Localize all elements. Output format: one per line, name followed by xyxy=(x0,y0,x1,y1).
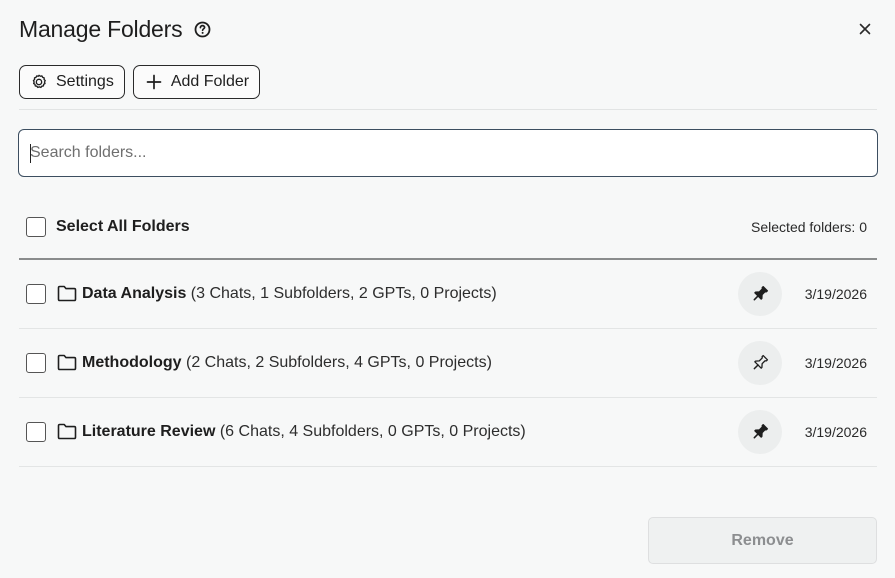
folder-details: (2 Chats, 2 Subfolders, 4 GPTs, 0 Projec… xyxy=(186,354,492,371)
search-box[interactable] xyxy=(18,129,878,177)
folder-row-text: Methodology (2 Chats, 2 Subfolders, 4 GP… xyxy=(82,354,492,372)
pin-outline-icon xyxy=(753,354,769,370)
remove-button[interactable]: Remove xyxy=(648,517,877,564)
folder-checkbox[interactable] xyxy=(26,284,46,304)
folder-details: (6 Chats, 4 Subfolders, 0 GPTs, 0 Projec… xyxy=(219,423,526,440)
folder-date: 3/19/2026 xyxy=(804,286,867,302)
folder-date: 3/19/2026 xyxy=(804,424,867,440)
folder-checkbox[interactable] xyxy=(26,353,46,373)
toolbar: Settings Add Folder xyxy=(19,65,261,99)
folder-name: Methodology xyxy=(82,354,182,371)
manage-folders-dialog: Manage Folders Settings Add Folder Searc… xyxy=(0,0,895,578)
folder-name: Data Analysis xyxy=(82,285,187,302)
close-button[interactable] xyxy=(855,19,875,39)
add-folder-button-label: Add Folder xyxy=(170,73,250,90)
header-divider xyxy=(19,109,877,110)
pin-button[interactable] xyxy=(738,341,782,385)
folder-icon xyxy=(57,285,77,303)
folder-row-text: Data Analysis (3 Chats, 1 Subfolders, 2 … xyxy=(82,285,497,303)
folder-details: (3 Chats, 1 Subfolders, 2 GPTs, 0 Projec… xyxy=(190,285,497,302)
folder-checkbox[interactable] xyxy=(26,422,46,442)
folder-icon xyxy=(57,354,77,372)
text-caret xyxy=(30,144,31,163)
gear-icon xyxy=(32,74,46,89)
folder-date: 3/19/2026 xyxy=(804,355,867,371)
dialog-header: Manage Folders xyxy=(19,16,211,43)
folder-row-text: Literature Review (6 Chats, 4 Subfolders… xyxy=(82,423,526,441)
search-input[interactable] xyxy=(30,144,877,162)
plus-icon xyxy=(146,74,162,90)
close-icon xyxy=(859,23,871,35)
select-all-label: Select All Folders xyxy=(56,218,190,235)
select-all-checkbox[interactable] xyxy=(26,217,46,237)
settings-button[interactable]: Settings xyxy=(19,65,125,99)
select-all-row: Select All Folders xyxy=(26,217,190,237)
folder-icon xyxy=(57,423,77,441)
folder-row[interactable]: Literature Review (6 Chats, 4 Subfolders… xyxy=(19,398,877,467)
pin-filled-icon xyxy=(753,423,769,439)
pin-filled-icon xyxy=(753,285,769,301)
folder-name: Literature Review xyxy=(82,423,216,440)
selected-folders-count: Selected folders: 0 xyxy=(751,219,867,235)
folder-row[interactable]: Methodology (2 Chats, 2 Subfolders, 4 GP… xyxy=(19,329,877,398)
add-folder-button[interactable]: Add Folder xyxy=(132,65,261,99)
folder-row[interactable]: Data Analysis (3 Chats, 1 Subfolders, 2 … xyxy=(19,260,877,329)
pin-button[interactable] xyxy=(738,272,782,316)
settings-button-label: Settings xyxy=(56,73,114,90)
dialog-title: Manage Folders xyxy=(19,16,183,42)
pin-button[interactable] xyxy=(738,410,782,454)
help-circle-icon[interactable] xyxy=(194,21,211,38)
